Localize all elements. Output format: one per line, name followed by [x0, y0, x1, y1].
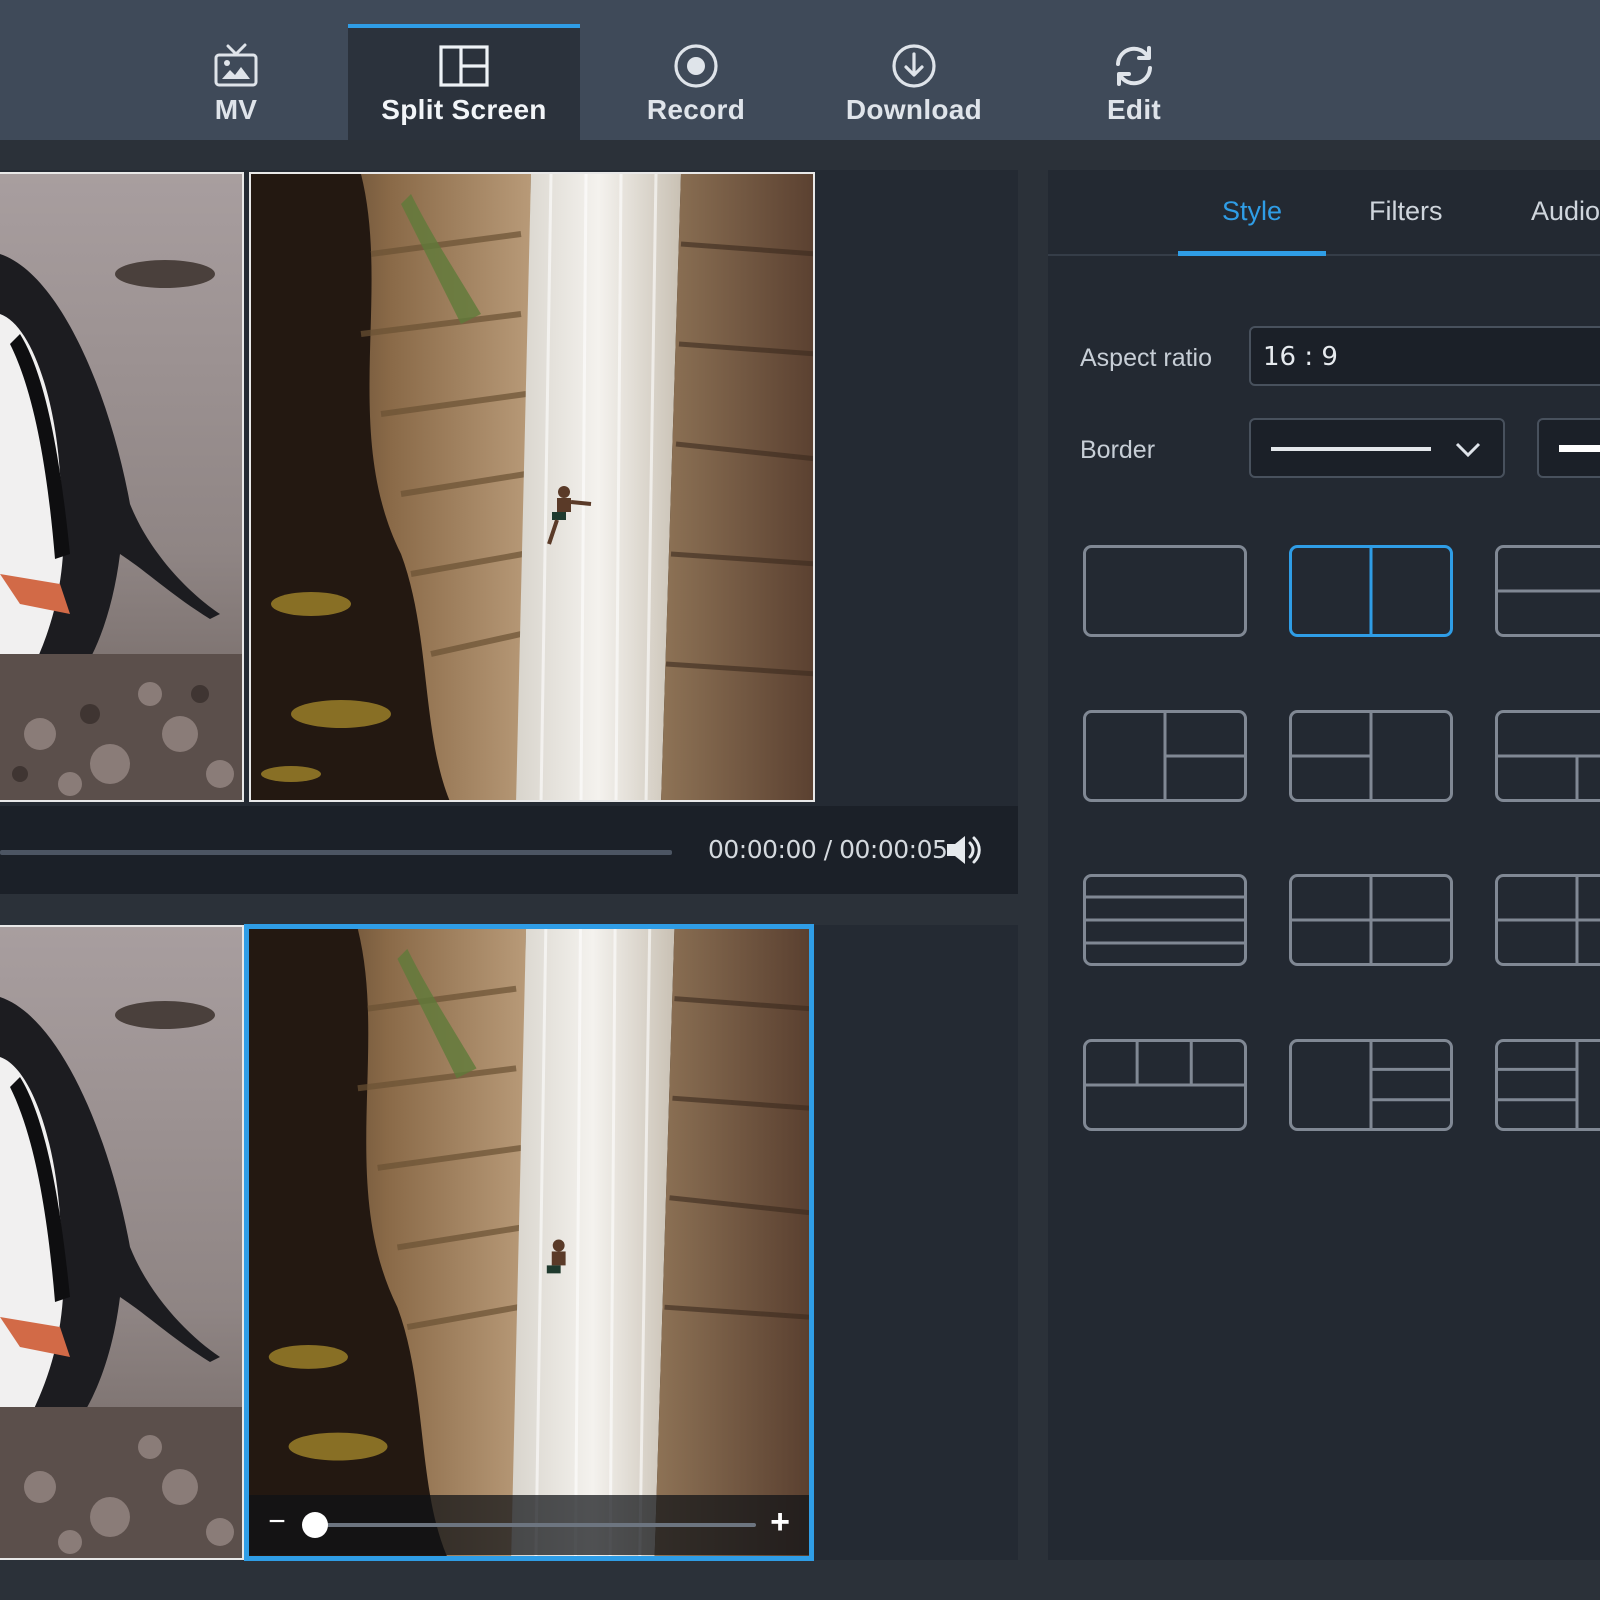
- toolbar-mv-button[interactable]: MV: [120, 24, 352, 140]
- layout-1-left-3-right-option[interactable]: [1289, 1039, 1453, 1131]
- penguin-clip-preview: [0, 172, 244, 802]
- border-style-preview: [1271, 447, 1431, 451]
- layout-single-option[interactable]: [1083, 545, 1247, 637]
- aspect-ratio-value: 16 : 9: [1263, 342, 1338, 372]
- split-screen-icon: [438, 40, 490, 92]
- toolbar-edit-label: Edit: [1106, 94, 1162, 125]
- aspect-ratio-label: Aspect ratio: [1080, 344, 1213, 372]
- timecode: 00:00:00 / 00:00:05: [708, 835, 948, 864]
- playback-progress-bar[interactable]: [0, 850, 672, 855]
- toolbar-download-label: Download: [845, 94, 983, 125]
- layout-4-grid-option[interactable]: [1289, 874, 1453, 966]
- tab-style[interactable]: Style: [1222, 196, 1282, 227]
- border-style-select[interactable]: [1249, 418, 1505, 478]
- active-tab-indicator: [1178, 251, 1326, 256]
- zoom-in-icon[interactable]: +: [766, 1505, 794, 1539]
- waterfall-clip-slot-selected[interactable]: [244, 924, 814, 1561]
- penguin-clip-slot[interactable]: [0, 925, 244, 1560]
- layout-top-split-bottom-option[interactable]: [1495, 710, 1600, 802]
- tab-filters[interactable]: Filters: [1369, 196, 1443, 227]
- toolbar-record-button[interactable]: Record: [580, 24, 812, 140]
- layout-split-left-right-option[interactable]: [1289, 710, 1453, 802]
- layout-grid-3-option[interactable]: [1495, 874, 1600, 966]
- download-icon: [888, 40, 940, 92]
- toolbar-split-screen-label: Split Screen: [381, 94, 547, 125]
- zoom-slider-track[interactable]: [310, 1523, 756, 1527]
- volume-icon[interactable]: [943, 832, 983, 868]
- border-width-select[interactable]: [1537, 418, 1600, 478]
- layout-4-rows-option[interactable]: [1083, 874, 1247, 966]
- chevron-down-icon: [1453, 434, 1483, 469]
- layout-3-top-1-bottom-option[interactable]: [1083, 1039, 1247, 1131]
- record-icon: [670, 40, 722, 92]
- toolbar-download-button[interactable]: Download: [798, 24, 1030, 140]
- waterfall-clip-preview: [249, 172, 815, 802]
- toolbar-split-screen-button[interactable]: Split Screen: [348, 24, 580, 140]
- tv-icon: [210, 40, 262, 92]
- toolbar-record-label: Record: [646, 94, 746, 125]
- layout-left-split-right-option[interactable]: [1083, 710, 1247, 802]
- zoom-slider-handle[interactable]: [302, 1512, 328, 1538]
- border-width-preview: [1559, 445, 1600, 452]
- layout-2-vertical-option[interactable]: [1289, 545, 1453, 637]
- refresh-icon: [1108, 40, 1160, 92]
- zoom-out-icon[interactable]: −: [264, 1507, 290, 1537]
- border-label: Border: [1080, 436, 1156, 464]
- tab-audio[interactable]: Audio: [1531, 196, 1600, 227]
- toolbar-edit-button[interactable]: Edit: [1018, 24, 1250, 140]
- toolbar-mv-label: MV: [214, 94, 258, 125]
- layout-3-left-1-right-option[interactable]: [1495, 1039, 1600, 1131]
- top-toolbar: MV Split Screen Record Download Edit: [0, 0, 1600, 140]
- layout-2-horizontal-option[interactable]: [1495, 545, 1600, 637]
- aspect-ratio-select[interactable]: 16 : 9: [1249, 326, 1600, 386]
